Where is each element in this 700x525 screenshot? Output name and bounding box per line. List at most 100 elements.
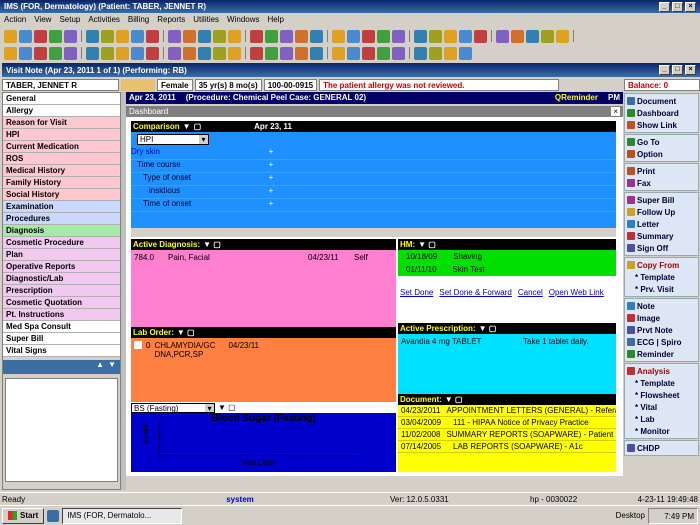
- desktop-toolbar[interactable]: Desktop: [616, 511, 645, 520]
- nav-item-general[interactable]: General: [3, 93, 120, 105]
- right-item-document[interactable]: Document: [627, 95, 696, 107]
- nav-item-prescription[interactable]: Prescription: [3, 285, 120, 297]
- right-item-dashboard[interactable]: Dashboard: [627, 107, 696, 119]
- nav-item-pt-instructions[interactable]: Pt. Instructions: [3, 309, 120, 321]
- toolbar-button-icon[interactable]: [347, 29, 360, 43]
- toolbar-button-icon[interactable]: [86, 46, 99, 60]
- menu-help[interactable]: Help: [268, 15, 284, 24]
- toolbar-button-icon[interactable]: [295, 46, 308, 60]
- toolbar-button-icon[interactable]: [4, 29, 17, 43]
- toolbar-button-icon[interactable]: [414, 46, 427, 60]
- nav-down-icon[interactable]: ▼: [108, 360, 116, 374]
- right-item-reminder[interactable]: Reminder: [627, 348, 696, 360]
- right-item-chdp[interactable]: CHDP: [627, 442, 696, 454]
- toolbar-button-icon[interactable]: [541, 29, 554, 43]
- right-item-vital[interactable]: * Vital: [627, 401, 696, 413]
- nav-item-examination[interactable]: Examination: [3, 201, 120, 213]
- visit-maximize-button[interactable]: □: [672, 65, 683, 75]
- toolbar-button-icon[interactable]: [34, 46, 47, 60]
- toolbar-button-icon[interactable]: [362, 29, 375, 43]
- nav-item-ros[interactable]: ROS: [3, 153, 120, 165]
- toolbar-button-icon[interactable]: [526, 29, 539, 43]
- right-item-go-to[interactable]: Go To: [627, 136, 696, 148]
- toolbar-button-icon[interactable]: [310, 29, 323, 43]
- prescription-row[interactable]: Avandia 4 mg TABLET Take 1 tablet daily.: [398, 334, 616, 349]
- toolbar-button-icon[interactable]: [146, 46, 159, 60]
- visit-minimize-button[interactable]: _: [659, 65, 670, 75]
- toolbar-button-icon[interactable]: [362, 46, 375, 60]
- right-item-ecg-spiro[interactable]: ECG | Spiro: [627, 336, 696, 348]
- nav-item-diagnostic-lab[interactable]: Diagnostic/Lab: [3, 273, 120, 285]
- toolbar-button-icon[interactable]: [265, 46, 278, 60]
- right-item-super-bill[interactable]: Super Bill: [627, 194, 696, 206]
- menu-reports[interactable]: Reports: [157, 15, 185, 24]
- nav-notes-area[interactable]: [5, 378, 118, 482]
- toolbar-button-icon[interactable]: [116, 29, 129, 43]
- toolbar-button-icon[interactable]: [19, 29, 32, 43]
- nav-item-hpi[interactable]: HPI: [3, 129, 120, 141]
- menu-view[interactable]: View: [34, 15, 51, 24]
- cancel-link[interactable]: Cancel: [518, 288, 543, 297]
- toolbar-button-icon[interactable]: [250, 29, 263, 43]
- right-item-show-link[interactable]: Show Link: [627, 119, 696, 131]
- comparison-row[interactable]: Dry skin +: [131, 147, 616, 160]
- toolbar-button-icon[interactable]: [198, 46, 211, 60]
- close-button[interactable]: ×: [685, 1, 696, 12]
- set-done-forward-link[interactable]: Set Done & Forward: [439, 288, 511, 297]
- right-item-print[interactable]: Print: [627, 165, 696, 177]
- toolbar-button-icon[interactable]: [198, 29, 211, 43]
- document-row[interactable]: 03/04/2009 111 - HIPAA Notice of Privacy …: [398, 417, 616, 429]
- qreminder-link[interactable]: QReminder: [555, 93, 598, 103]
- toolbar-button-icon[interactable]: [444, 46, 457, 60]
- toolbar-button-icon[interactable]: [265, 29, 278, 43]
- toolbar-button-icon[interactable]: [86, 29, 99, 43]
- nav-item-reason-for-visit[interactable]: Reason for Visit: [3, 117, 120, 129]
- toolbar-button-icon[interactable]: [64, 46, 77, 60]
- toolbar-button-icon[interactable]: [280, 29, 293, 43]
- toolbar-button-icon[interactable]: [332, 46, 345, 60]
- toolbar-button-icon[interactable]: [310, 46, 323, 60]
- nav-item-social-history[interactable]: Social History: [3, 189, 120, 201]
- nav-item-cosmetic-quotation[interactable]: Cosmetic Quotation: [3, 297, 120, 309]
- toolbar-button-icon[interactable]: [459, 46, 472, 60]
- toolbar-button-icon[interactable]: [213, 46, 226, 60]
- nav-item-vital-signs[interactable]: Vital Signs: [3, 345, 120, 357]
- graph-select[interactable]: BS (Fasting) ▾: [131, 402, 215, 413]
- right-item-flowsheet[interactable]: * Flowsheet: [627, 389, 696, 401]
- nav-item-diagnosis[interactable]: Diagnosis: [3, 225, 120, 237]
- nav-item-cosmetic-procedure[interactable]: Cosmetic Procedure: [3, 237, 120, 249]
- toolbar-button-icon[interactable]: [131, 29, 144, 43]
- menu-activities[interactable]: Activities: [88, 15, 120, 24]
- right-item-prv-visit[interactable]: * Prv. Visit: [627, 283, 696, 295]
- toolbar-button-icon[interactable]: [4, 46, 17, 60]
- set-done-link[interactable]: Set Done: [400, 288, 433, 297]
- toolbar-button-icon[interactable]: [34, 29, 47, 43]
- toolbar-button-icon[interactable]: [64, 29, 77, 43]
- menu-setup[interactable]: Setup: [59, 15, 80, 24]
- menu-billing[interactable]: Billing: [128, 15, 149, 24]
- toolbar-button-icon[interactable]: [474, 29, 487, 43]
- document-row[interactable]: 07/14/2005 LAB REPORTS (SOAPWARE) - A1c: [398, 441, 616, 453]
- nav-item-med-spa-consult[interactable]: Med Spa Consult: [3, 321, 120, 333]
- right-item-letter[interactable]: Letter: [627, 218, 696, 230]
- toolbar-button-icon[interactable]: [49, 46, 62, 60]
- toolbar-button-icon[interactable]: [168, 46, 181, 60]
- toolbar-button-icon[interactable]: [459, 29, 472, 43]
- nav-item-current-medication[interactable]: Current Medication: [3, 141, 120, 153]
- quicklaunch-icon[interactable]: [47, 509, 60, 522]
- toolbar-button-icon[interactable]: [116, 46, 129, 60]
- toolbar-button-icon[interactable]: [377, 29, 390, 43]
- toolbar-button-icon[interactable]: [414, 29, 427, 43]
- right-item-lab[interactable]: * Lab: [627, 413, 696, 425]
- toolbar-button-icon[interactable]: [168, 29, 181, 43]
- right-item-image[interactable]: Image: [627, 312, 696, 324]
- nav-up-icon[interactable]: ▲: [96, 360, 104, 374]
- nav-item-operative-reports[interactable]: Operative Reports: [3, 261, 120, 273]
- nav-item-plan[interactable]: Plan: [3, 249, 120, 261]
- nav-item-family-history[interactable]: Family History: [3, 177, 120, 189]
- nav-item-allergy[interactable]: Allergy: [3, 105, 120, 117]
- visit-close-button[interactable]: ×: [685, 65, 696, 75]
- dashboard-close-button[interactable]: ×: [611, 107, 620, 116]
- toolbar-button-icon[interactable]: [429, 46, 442, 60]
- right-item-fax[interactable]: Fax: [627, 177, 696, 189]
